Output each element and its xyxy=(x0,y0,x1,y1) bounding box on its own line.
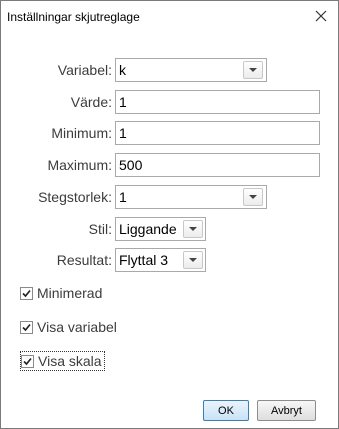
result-label: Resultat: xyxy=(56,252,112,268)
result-value: Flyttal 3 xyxy=(119,252,169,268)
minimum-input[interactable]: 1 xyxy=(115,121,320,145)
minimized-label: Minimerad xyxy=(37,285,103,301)
style-dropdown-button[interactable] xyxy=(183,220,203,238)
minimized-checkbox-row[interactable]: Minimerad xyxy=(20,283,102,303)
result-dropdown-button[interactable] xyxy=(183,251,203,269)
minimized-checkbox[interactable] xyxy=(20,286,33,300)
ok-button[interactable]: OK xyxy=(203,400,249,421)
close-button[interactable] xyxy=(306,2,336,30)
focus-rectangle: Visa skala xyxy=(20,351,105,371)
show-variable-checkbox-row[interactable]: Visa variabel xyxy=(20,317,117,337)
show-variable-label: Visa variabel xyxy=(37,319,117,335)
style-label: Stil: xyxy=(88,221,112,237)
step-size-combobox[interactable]: 1 xyxy=(115,185,267,209)
show-scale-label: Visa skala xyxy=(38,353,102,369)
minimum-label: Minimum: xyxy=(51,125,112,141)
close-icon xyxy=(315,10,327,22)
value-input[interactable]: 1 xyxy=(115,90,320,114)
style-combobox[interactable]: Liggande xyxy=(115,217,206,241)
variable-value: k xyxy=(119,62,126,78)
step-size-label: Stegstorlek: xyxy=(38,189,112,205)
show-scale-checkbox-row[interactable]: Visa skala xyxy=(20,351,105,371)
variable-label: Variabel: xyxy=(57,62,112,78)
cancel-button[interactable]: Avbryt xyxy=(257,400,316,421)
variable-combobox[interactable]: k xyxy=(115,58,267,82)
slider-settings-dialog: Inställningar skjutreglage Variabel: k V… xyxy=(0,0,339,429)
show-variable-checkbox[interactable] xyxy=(20,320,33,334)
title-bar[interactable]: Inställningar skjutreglage xyxy=(1,1,338,32)
variable-dropdown-button[interactable] xyxy=(243,61,263,79)
chevron-down-icon xyxy=(189,258,197,262)
chevron-down-icon xyxy=(249,68,257,72)
show-scale-checkbox[interactable] xyxy=(21,354,34,368)
checkmark-icon xyxy=(23,357,32,365)
chevron-down-icon xyxy=(249,195,257,199)
checkmark-icon xyxy=(22,323,31,331)
maximum-input[interactable]: 500 xyxy=(115,153,320,177)
maximum-label: Maximum: xyxy=(47,157,112,173)
style-value: Liggande xyxy=(119,221,177,237)
step-size-value: 1 xyxy=(119,189,127,205)
step-size-dropdown-button[interactable] xyxy=(243,188,263,206)
chevron-down-icon xyxy=(189,227,197,231)
value-label: Värde: xyxy=(70,94,112,110)
result-combobox[interactable]: Flyttal 3 xyxy=(115,248,206,272)
dialog-title: Inställningar skjutreglage xyxy=(7,10,140,24)
checkmark-icon xyxy=(22,289,31,297)
